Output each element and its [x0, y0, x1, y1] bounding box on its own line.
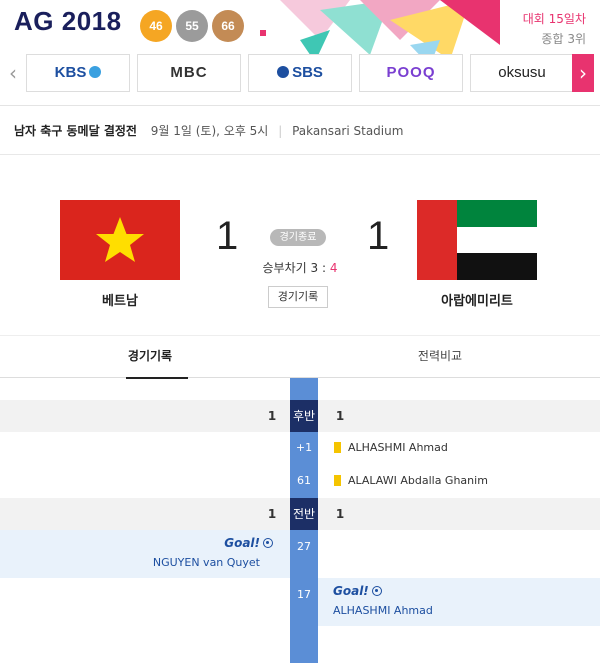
yellow-card-icon — [334, 475, 341, 486]
soccer-ball-icon — [371, 585, 382, 596]
penalty-label: 승부차기 — [262, 261, 307, 275]
timeline-goal-event: 17 Goal! ALHASHMI Ahmad — [0, 578, 600, 626]
channel-oksusu[interactable]: oksusu — [470, 54, 574, 92]
penalty-shootout: 승부차기 3 : 4 — [250, 259, 350, 276]
vietnam-flag-icon — [60, 200, 180, 280]
timeline-event: 61 ALALAWI Abdalla Ghanim — [0, 465, 600, 497]
match-title: 남자 축구 동메달 결정전 — [14, 124, 137, 138]
second-half-away-score: 1 — [335, 409, 345, 423]
tab-bar: 경기기록 전력비교 — [0, 335, 600, 379]
tab-match-record[interactable]: 경기기록 — [0, 336, 300, 379]
timeline-goal-event: 27 Goal! NGUYEN van Quyet — [0, 530, 600, 578]
penalty-away: 4 — [329, 261, 338, 275]
goal-scorer[interactable]: ALHASHMI Ahmad — [333, 604, 433, 617]
away-score: 1 — [367, 214, 390, 258]
event-minute: 61 — [297, 474, 311, 487]
first-half-row: 1 전반 1 — [0, 498, 600, 530]
home-score: 1 — [216, 214, 239, 258]
match-datetime: 9월 1일 (토), 오후 5시 — [150, 124, 269, 138]
uae-flag-icon — [417, 200, 537, 280]
first-half-away-score: 1 — [335, 507, 345, 521]
goal-label: Goal! — [224, 536, 273, 550]
channel-mbc[interactable]: MBC — [137, 54, 241, 92]
first-half-home-score: 1 — [267, 507, 277, 521]
event-player[interactable]: ALALAWI Abdalla Ghanim — [348, 465, 488, 497]
match-info: 남자 축구 동메달 결정전 9월 1일 (토), 오후 5시 | Pakansa… — [0, 107, 600, 155]
broadcaster-bar: ‹ KBS MBC SBS POOQ oksusu › — [0, 50, 600, 98]
second-half-home-score: 1 — [267, 409, 277, 423]
event-minute: 27 — [297, 540, 311, 553]
divider: | — [278, 124, 283, 138]
event-minute: +1 — [295, 441, 313, 454]
event-player[interactable]: ALHASHMI Ahmad — [348, 432, 448, 464]
event-minute: 17 — [297, 588, 311, 601]
overall-rank: 종합 3위 — [541, 32, 586, 46]
penalty-home: 3 — [310, 261, 319, 275]
second-half-row: 1 후반 1 — [0, 400, 600, 432]
match-status-badge: 경기종료 — [270, 229, 326, 246]
home-team-name[interactable]: 베트남 — [40, 290, 200, 309]
soccer-ball-icon — [263, 537, 273, 548]
timeline-event: +1 ALHASHMI Ahmad — [0, 432, 600, 464]
tournament-day: 대회 15일차 — [522, 12, 586, 26]
channel-sbs[interactable]: SBS — [248, 54, 352, 92]
second-half-label: 후반 — [290, 400, 318, 432]
chevron-left-icon[interactable]: ‹ — [2, 54, 24, 92]
channel-pooq[interactable]: POOQ — [359, 54, 463, 92]
gold-medal-count: 46 — [140, 10, 172, 42]
goal-label: Goal! — [333, 584, 382, 598]
match-timeline: 1 후반 1 +1 ALHASHMI Ahmad 61 ALALAWI Abda… — [0, 378, 600, 663]
match-record-button[interactable]: 경기기록 — [268, 286, 328, 308]
yellow-card-icon — [334, 442, 341, 453]
silver-medal-count: 55 — [176, 10, 208, 42]
channel-kbs[interactable]: KBS — [26, 54, 130, 92]
penalty-separator: : — [321, 261, 327, 275]
asian-games-banner: AG 2018 46 55 66 대회 15일차 종합 3위 ‹ KBS MBC… — [0, 0, 600, 106]
goal-scorer[interactable]: NGUYEN van Quyet — [153, 556, 260, 569]
first-half-label: 전반 — [290, 498, 318, 530]
away-team-name[interactable]: 아랍에미리트 — [397, 290, 557, 309]
chevron-right-icon[interactable]: › — [572, 54, 594, 92]
match-venue: Pakansari Stadium — [292, 124, 404, 138]
ag-2018-logo[interactable]: AG 2018 — [14, 6, 122, 37]
tab-strength-compare[interactable]: 전력비교 — [290, 336, 590, 378]
